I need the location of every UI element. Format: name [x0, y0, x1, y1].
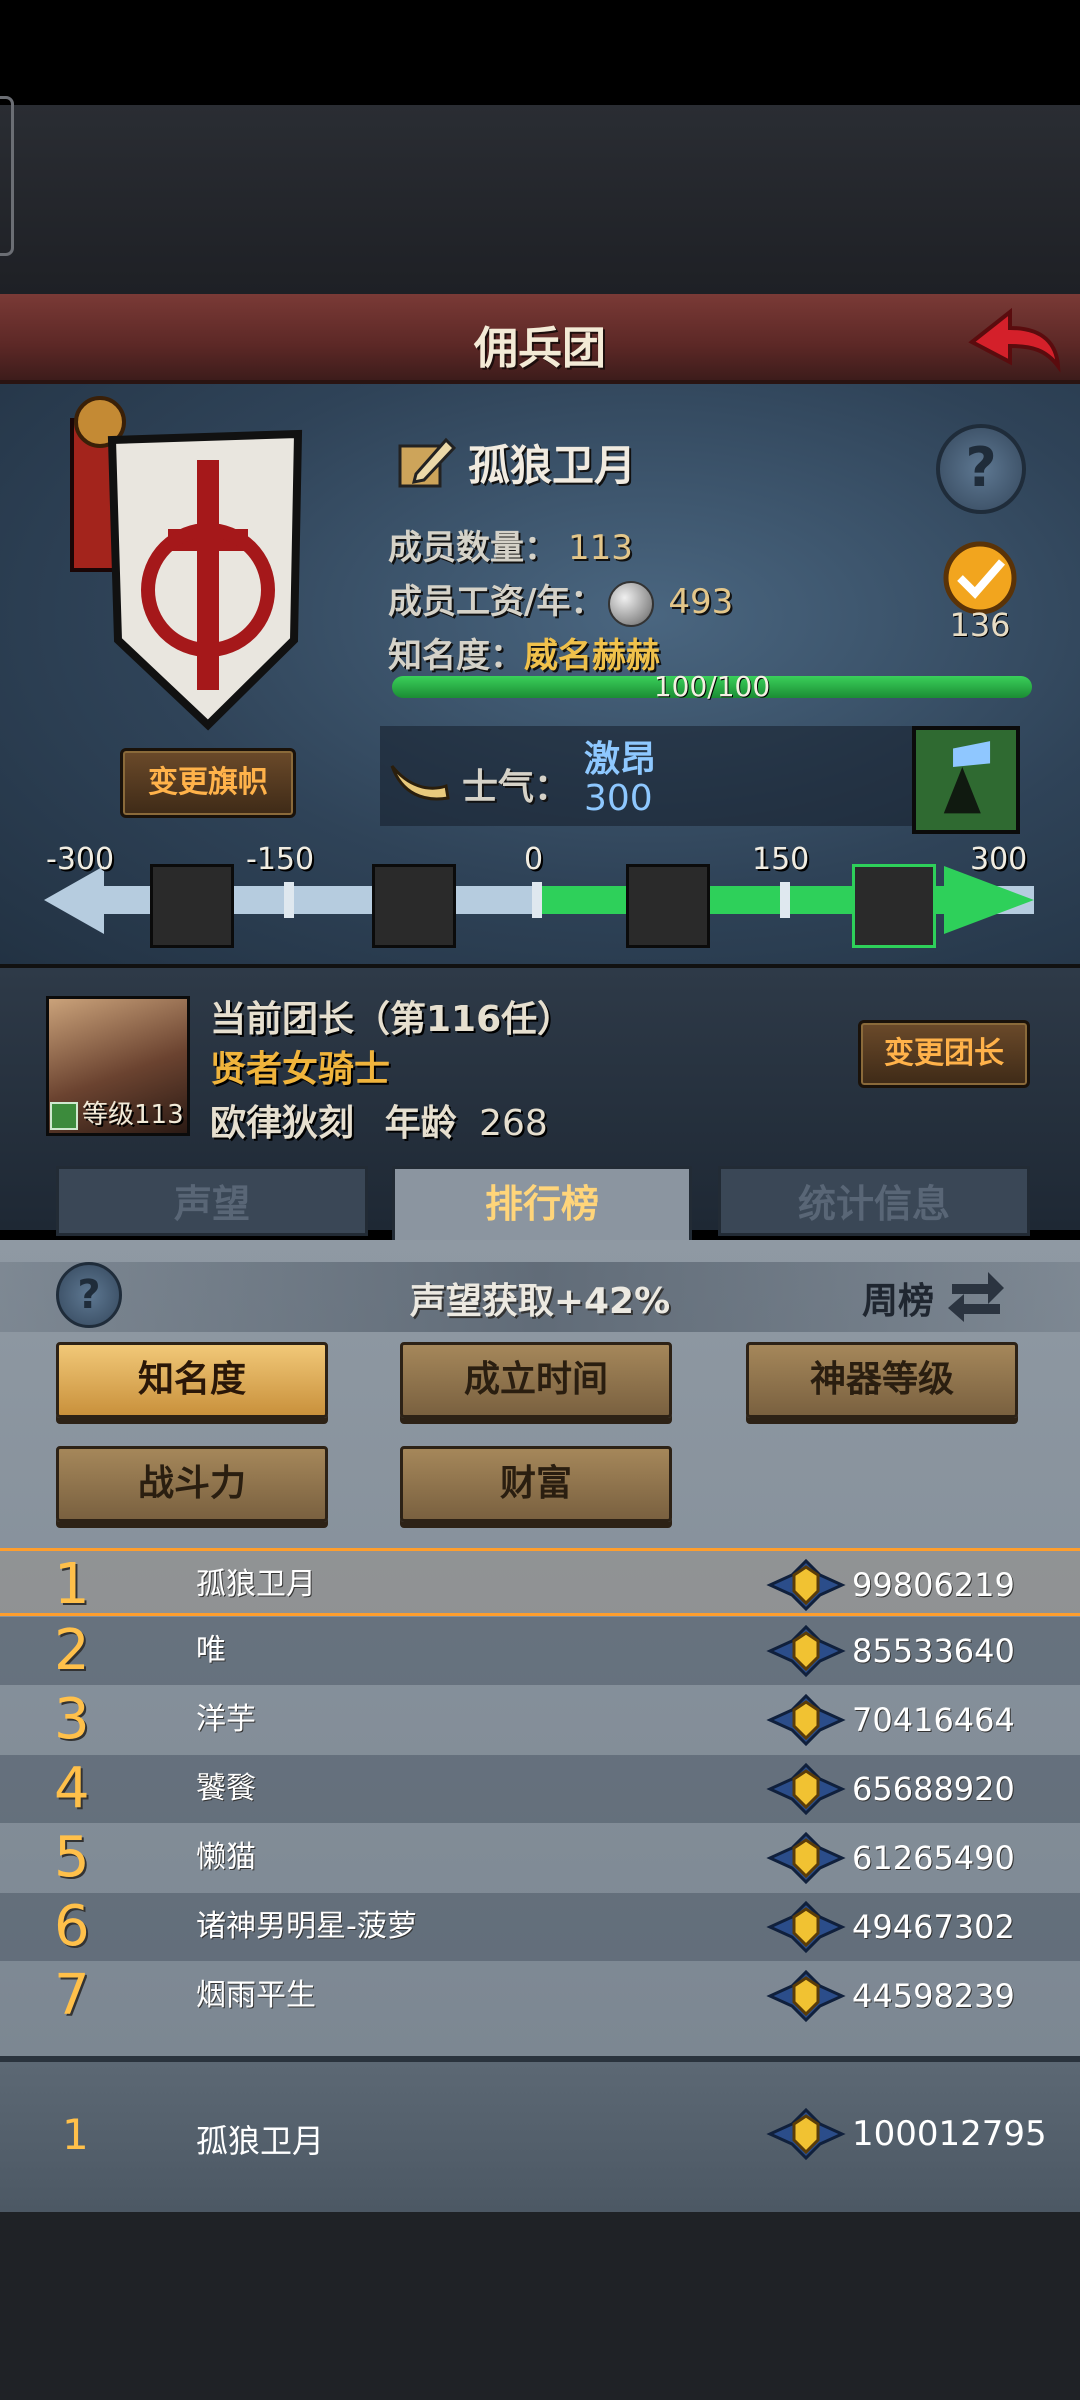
score-cell: 65688920	[852, 1770, 1015, 1808]
members-value: 113	[568, 528, 633, 568]
table-row[interactable]: 7 烟雨平生 44598239	[0, 1962, 1080, 2030]
score-cell: 44598239	[852, 1977, 1015, 2015]
title-bar: 佣兵团	[0, 294, 1080, 384]
guild-name-row: 孤狼卫月	[396, 430, 636, 494]
morale-label: 士气：	[462, 767, 571, 808]
filter-fame[interactable]: 知名度	[56, 1342, 328, 1418]
rank-number: 3	[54, 1687, 90, 1752]
members-stat: 成员数量： 113	[388, 520, 633, 569]
rank-number: 6	[54, 1894, 90, 1959]
filter-wealth[interactable]: 财富	[400, 1446, 672, 1522]
rank-number: 2	[54, 1618, 90, 1683]
guild-name-cell: 洋芋	[196, 1702, 256, 1737]
filter-founding-time[interactable]: 成立时间	[400, 1342, 672, 1418]
morale-state: 激昂	[584, 739, 657, 780]
leader-name: 贤者女骑士	[210, 1049, 391, 1090]
change-leader-button[interactable]: 变更团长	[858, 1020, 1030, 1088]
fame-shield-icon	[766, 1900, 846, 1954]
filter-artifact-level[interactable]: 神器等级	[746, 1342, 1018, 1418]
leader-traits: 欧律狄刻	[210, 1103, 355, 1144]
salary-stat: 成员工资/年： 493	[388, 574, 733, 627]
table-row[interactable]: 1 孤狼卫月 99806219	[0, 1548, 1080, 1617]
table-row[interactable]: 3 洋芋 70416464	[0, 1686, 1080, 1754]
rank-number: 4	[54, 1756, 90, 1821]
table-row[interactable]: 2 唯 85533640	[0, 1617, 1080, 1685]
tab-statistics[interactable]: 统计信息	[718, 1166, 1030, 1236]
score-cell: 49467302	[852, 1908, 1015, 1946]
leader-title: 当前团长（第116任）	[210, 999, 574, 1040]
period-label[interactable]: 周榜	[862, 1272, 934, 1324]
leader-level-text: 等级113	[82, 1100, 184, 1130]
leader-level: 等级113	[50, 1094, 184, 1131]
score-cell: 85533640	[852, 1632, 1015, 1670]
leader-info: 欧律狄刻 年龄 268	[210, 1094, 548, 1146]
leader-age-label: 年龄	[384, 1103, 457, 1144]
self-rank: 1	[62, 2110, 89, 2159]
salary-value: 493	[668, 582, 734, 622]
table-row[interactable]: 5 懒猫 61265490	[0, 1824, 1080, 1892]
fame-shield-icon	[766, 1693, 846, 1747]
morale-value: 300	[584, 778, 653, 819]
self-score: 100012795	[852, 2114, 1047, 2154]
guild-name: 孤狼卫月	[468, 440, 637, 490]
fame-progress-text: 100/100	[653, 670, 771, 703]
swap-arrows-icon[interactable]	[946, 1266, 1006, 1322]
fame-shield-icon	[766, 1969, 846, 2023]
fame-shield-icon	[766, 1558, 846, 1612]
morale-despair-icon[interactable]	[150, 864, 234, 948]
table-row[interactable]: 4 饕餮 65688920	[0, 1755, 1080, 1823]
back-arrow-icon[interactable]	[966, 304, 1062, 374]
score-cell: 70416464	[852, 1701, 1015, 1739]
tick-zero: 0	[524, 842, 544, 877]
self-name: 孤狼卫月	[196, 2122, 325, 2160]
fame-shield-icon	[766, 2107, 846, 2161]
morale-normal-icon[interactable]	[626, 864, 710, 948]
guild-name-cell: 烟雨平生	[196, 1978, 316, 2013]
top-background	[0, 105, 1080, 295]
salary-label: 成员工资/年：	[388, 582, 605, 622]
edit-name-icon[interactable]	[396, 434, 456, 490]
bottom-area	[0, 2212, 1080, 2400]
guild-name-cell: 诸神男明星-菠萝	[196, 1909, 417, 1944]
help-icon[interactable]: ?	[936, 424, 1026, 514]
morale-banner-icon[interactable]	[912, 726, 1020, 834]
tab-reputation[interactable]: 声望	[56, 1166, 368, 1236]
guild-name-cell: 孤狼卫月	[196, 1567, 316, 1602]
morale-low-icon[interactable]	[372, 864, 456, 948]
badge-count: 136	[949, 606, 1011, 644]
filter-combat-power[interactable]: 战斗力	[56, 1446, 328, 1522]
rank-number: 7	[54, 1963, 90, 2028]
morale-high-icon[interactable]	[852, 864, 936, 948]
guild-name-cell: 饕餮	[196, 1771, 256, 1806]
tick-300: 300	[970, 842, 1028, 877]
checkbox-icon	[50, 1101, 78, 1130]
table-row[interactable]: 6 诸神男明星-菠萝 49467302	[0, 1893, 1080, 1961]
change-flag-button[interactable]: 变更旗帜	[120, 748, 296, 818]
tab-ranking[interactable]: 排行榜	[392, 1166, 692, 1246]
score-cell: 61265490	[852, 1839, 1015, 1877]
rank-number: 5	[54, 1825, 90, 1890]
status-bar-area	[0, 0, 1080, 105]
fame-shield-icon	[766, 1831, 846, 1885]
guild-name-cell: 唯	[196, 1633, 226, 1668]
guild-banner-emblem	[70, 396, 303, 731]
tick-minus-300: -300	[46, 842, 115, 877]
members-label: 成员数量：	[388, 528, 558, 568]
tick-150: 150	[752, 842, 810, 877]
war-horn-icon	[390, 765, 450, 801]
score-cell: 99806219	[852, 1566, 1015, 1604]
fame-shield-icon	[766, 1762, 846, 1816]
guild-name-cell: 懒猫	[196, 1840, 256, 1875]
leader-age-value: 268	[479, 1103, 548, 1144]
rank-number: 1	[54, 1552, 90, 1617]
tick-minus-150: -150	[246, 842, 315, 877]
page-title: 佣兵团	[474, 323, 606, 374]
fame-shield-icon	[766, 1624, 846, 1678]
silver-coin-icon	[608, 580, 655, 627]
side-handle	[0, 96, 14, 256]
